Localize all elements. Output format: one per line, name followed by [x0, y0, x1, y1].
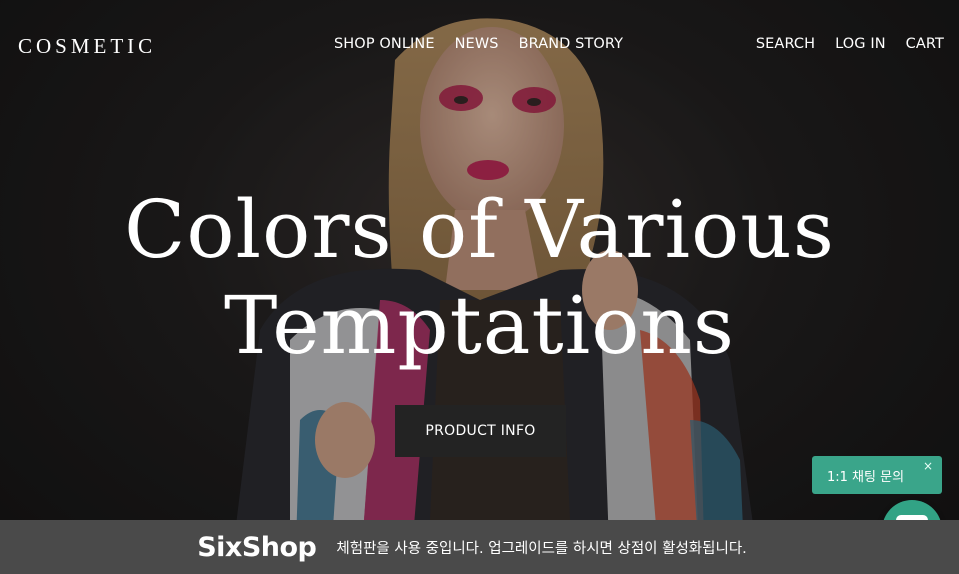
nav-search[interactable]: SEARCH: [756, 36, 815, 52]
sixshop-logo[interactable]: SixShop: [197, 532, 317, 563]
main-nav: SHOP ONLINE NEWS BRAND STORY: [334, 36, 623, 52]
close-icon[interactable]: ×: [923, 459, 933, 473]
trial-banner: SixShop 체험판을 사용 중입니다. 업그레이드를 하시면 상점이 활성화…: [0, 520, 959, 574]
trial-message: 체험판을 사용 중입니다. 업그레이드를 하시면 상점이 활성화됩니다.: [336, 540, 747, 557]
site-header: COSMETIC SHOP ONLINE NEWS BRAND STORY SE…: [0, 0, 959, 90]
nav-brand-story[interactable]: BRAND STORY: [519, 36, 624, 52]
product-info-button[interactable]: PRODUCT INFO: [395, 405, 566, 457]
chat-inquiry-bubble[interactable]: 1:1 채팅 문의 ×: [812, 456, 942, 494]
hero-headline-line-2: Temptations: [224, 279, 735, 372]
nav-news[interactable]: NEWS: [455, 36, 499, 52]
nav-shop-online[interactable]: SHOP ONLINE: [334, 36, 435, 52]
hero-headline-line-1: Colors of Various: [124, 183, 835, 276]
nav-cart[interactable]: CART: [906, 36, 944, 52]
hero-headline: Colors of Various Temptations: [0, 182, 959, 374]
utility-nav: SEARCH LOG IN CART: [756, 36, 944, 52]
nav-log-in[interactable]: LOG IN: [835, 36, 886, 52]
chat-inquiry-label: 1:1 채팅 문의: [827, 469, 905, 485]
brand-logo[interactable]: COSMETIC: [18, 34, 156, 59]
